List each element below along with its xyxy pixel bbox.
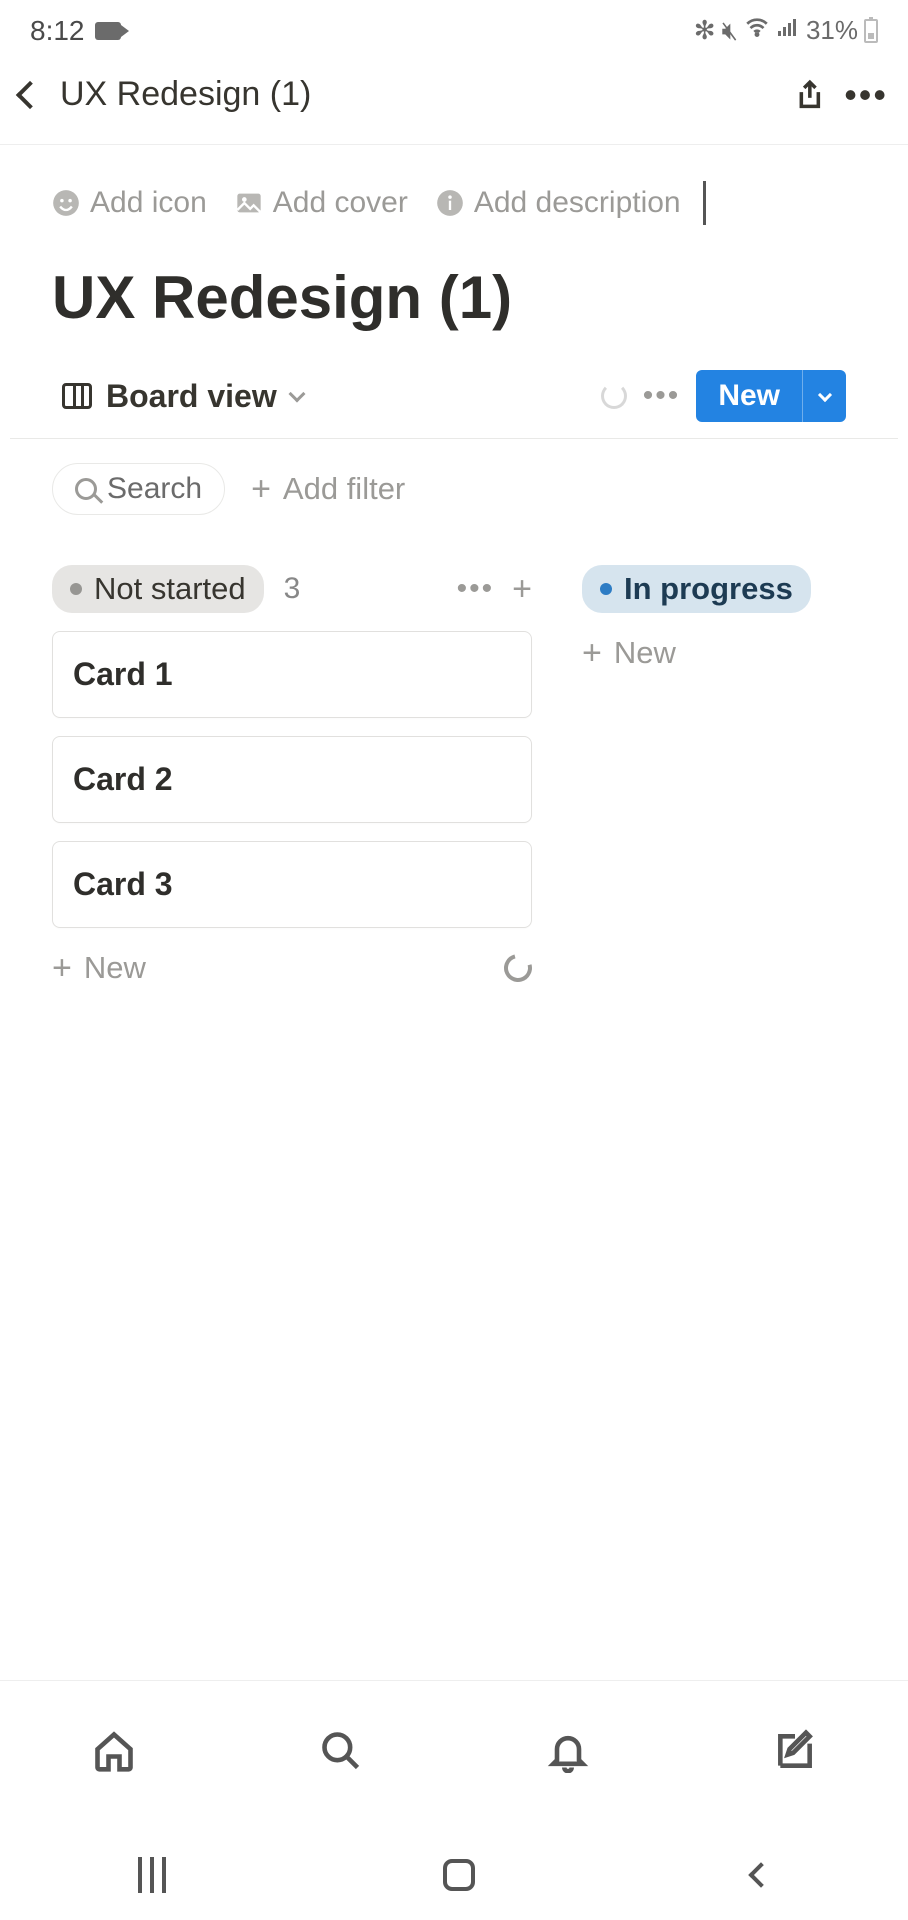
system-back-button[interactable]	[748, 1862, 773, 1887]
system-nav-bar	[0, 1830, 908, 1920]
column-count: 3	[284, 572, 301, 606]
status-dot-icon	[600, 583, 612, 595]
board-column-in-progress: In progress + New	[582, 565, 908, 986]
new-button-label: New	[696, 370, 802, 422]
emoji-icon	[52, 189, 80, 217]
share-button[interactable]	[790, 78, 824, 112]
system-recents-button[interactable]	[138, 1857, 166, 1893]
nav-search-button[interactable]	[319, 1729, 363, 1773]
battery-icon	[864, 19, 878, 43]
add-filter-button[interactable]: + Add filter	[251, 471, 405, 507]
filter-row: Search + Add filter	[0, 439, 908, 525]
add-filter-label: Add filter	[283, 471, 405, 507]
board-card[interactable]: Card 2	[52, 736, 532, 823]
search-button[interactable]: Search	[52, 463, 225, 515]
signal-icon	[776, 15, 800, 46]
page-title[interactable]: UX Redesign (1)	[0, 225, 908, 342]
search-label: Search	[107, 472, 202, 506]
column-header: In progress	[582, 565, 908, 613]
board-card[interactable]: Card 3	[52, 841, 532, 928]
add-card-label: New	[84, 950, 146, 986]
recording-icon	[95, 22, 121, 40]
plus-icon: +	[52, 951, 72, 985]
board-column-not-started: Not started 3 ••• + Card 1 Card 2 Card 3…	[52, 565, 532, 986]
column-menu-button[interactable]: •••	[457, 572, 495, 606]
add-cover-label: Add cover	[273, 186, 408, 220]
header-title[interactable]: UX Redesign (1)	[60, 75, 770, 114]
column-add-button[interactable]: +	[512, 572, 532, 606]
bluetooth-icon: ✻	[694, 15, 716, 46]
status-label: Not started	[94, 571, 246, 607]
view-switcher[interactable]: Board view	[62, 378, 303, 415]
nav-notifications-button[interactable]	[546, 1729, 590, 1773]
search-icon	[75, 478, 97, 500]
add-card-label: New	[614, 635, 676, 671]
add-card-button[interactable]: + New	[582, 635, 908, 671]
app-header: UX Redesign (1) •••	[0, 57, 908, 145]
status-time: 8:12	[30, 15, 85, 47]
new-entry-button[interactable]: New	[696, 370, 846, 422]
info-icon	[436, 189, 464, 217]
plus-icon: +	[251, 472, 271, 506]
battery-percent: 31%	[806, 15, 858, 46]
add-description-button[interactable]: Add description	[436, 186, 681, 220]
add-card-button[interactable]: + New	[52, 950, 146, 986]
loading-spinner-icon	[499, 949, 537, 986]
new-button-dropdown[interactable]	[802, 370, 846, 422]
add-icon-label: Add icon	[90, 186, 207, 220]
database-toolbar: Board view ••• New	[10, 342, 898, 439]
column-header: Not started 3 ••• +	[52, 565, 532, 613]
mute-icon: 🔇︎	[722, 15, 738, 47]
add-icon-button[interactable]: Add icon	[52, 186, 207, 220]
board-columns[interactable]: Not started 3 ••• + Card 1 Card 2 Card 3…	[0, 525, 908, 986]
status-dot-icon	[70, 583, 82, 595]
chevron-down-icon	[817, 387, 831, 401]
loading-spinner-icon	[601, 383, 627, 409]
app-bottom-nav	[0, 1680, 908, 1820]
nav-compose-button[interactable]	[773, 1729, 817, 1773]
board-card[interactable]: Card 1	[52, 631, 532, 718]
board-icon	[62, 383, 92, 409]
status-tag[interactable]: Not started	[52, 565, 264, 613]
nav-home-button[interactable]	[92, 1729, 136, 1773]
view-label: Board view	[106, 378, 277, 415]
system-status-bar: 8:12 ✻ 🔇︎ 31%	[0, 0, 908, 57]
status-label: In progress	[624, 571, 793, 607]
system-home-button[interactable]	[443, 1859, 475, 1891]
wifi-icon	[744, 14, 770, 47]
view-options-button[interactable]: •••	[643, 379, 681, 413]
page-meta-actions: Add icon Add cover Add description	[0, 181, 908, 225]
add-cover-button[interactable]: Add cover	[235, 186, 408, 220]
plus-icon: +	[582, 636, 602, 670]
back-button[interactable]	[16, 80, 44, 108]
text-cursor	[703, 181, 706, 225]
image-icon	[235, 189, 263, 217]
chevron-down-icon	[288, 386, 305, 403]
status-tag[interactable]: In progress	[582, 565, 811, 613]
more-menu-button[interactable]: •••	[844, 86, 888, 104]
add-description-label: Add description	[474, 186, 681, 220]
